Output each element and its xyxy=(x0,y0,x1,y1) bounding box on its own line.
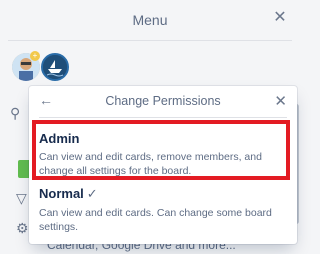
power-up-icon: ⚙ xyxy=(16,220,29,236)
permission-option-admin[interactable]: Admin Can view and edit cards, remove me… xyxy=(29,120,297,184)
popover-title: Change Permissions xyxy=(105,94,221,108)
option-name: Normal ✓ xyxy=(39,186,98,202)
menu-divider xyxy=(8,40,292,41)
menu-title: Menu xyxy=(132,12,168,28)
menu-header: Menu ✕ xyxy=(0,0,300,40)
popover-divider xyxy=(39,117,287,118)
check-icon: ✓ xyxy=(86,186,98,201)
member-avatar-boat[interactable] xyxy=(41,53,69,81)
option-description: Can view and edit cards, remove members,… xyxy=(39,151,262,177)
change-permissions-popover: ← Change Permissions ✕ Admin Can view an… xyxy=(29,86,297,244)
option-name: Admin xyxy=(39,131,80,146)
option-description: Can view and edit cards. Can change some… xyxy=(39,207,272,233)
close-icon[interactable]: ✕ xyxy=(274,92,287,110)
filter-icon: ▽ xyxy=(16,190,27,206)
option-name-text: Normal xyxy=(39,186,84,201)
person-icon: ⚲ xyxy=(10,105,21,121)
add-member-badge[interactable]: + xyxy=(30,51,40,61)
permission-option-normal[interactable]: Normal ✓ Can view and edit cards. Can cha… xyxy=(29,183,297,239)
close-icon[interactable]: ✕ xyxy=(272,10,288,26)
